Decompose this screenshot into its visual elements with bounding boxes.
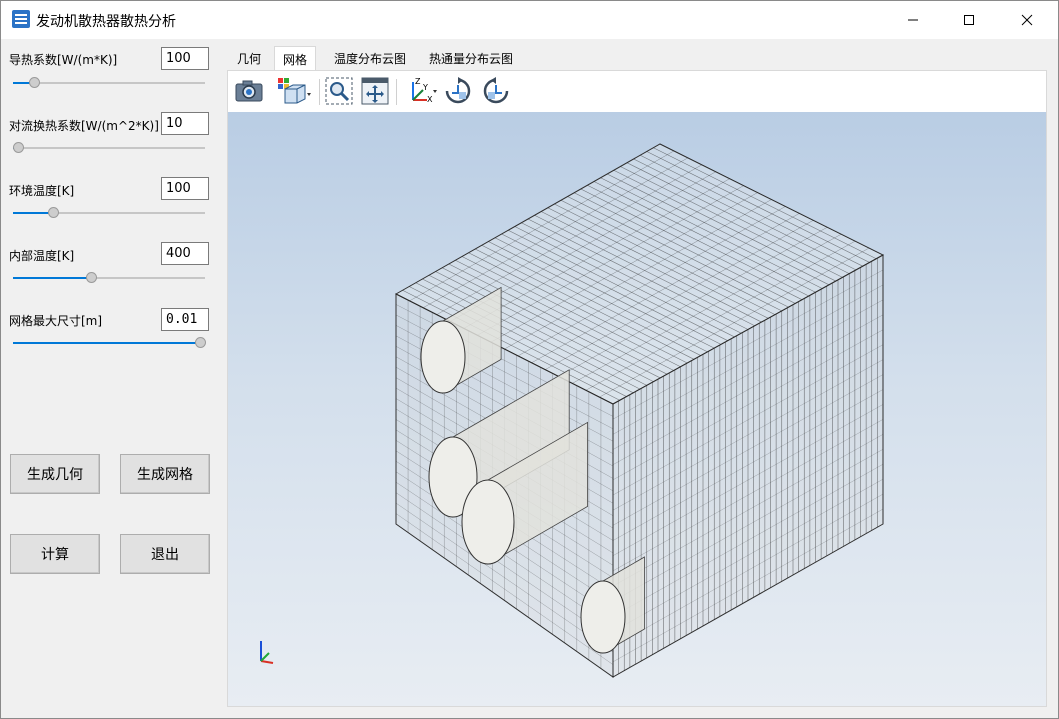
title-bar: 发动机散热器散热分析 xyxy=(1,1,1058,39)
app-window: 发动机散热器散热分析 导热系数[W/(m*K)] 100 对流换热系数[W/(m… xyxy=(0,0,1059,719)
slider-thumb[interactable] xyxy=(29,77,40,88)
convection-slider[interactable] xyxy=(13,142,205,154)
axis-orientation-button[interactable]: Z Y X xyxy=(404,76,440,106)
mesh-size-input[interactable]: 0.01 xyxy=(161,308,209,331)
3d-canvas[interactable] xyxy=(228,112,1046,706)
window-title: 发动机散热器散热分析 xyxy=(36,14,176,30)
maximize-button[interactable] xyxy=(946,1,992,39)
rotate-cw-button[interactable] xyxy=(481,76,511,106)
slider-thumb[interactable] xyxy=(86,272,97,283)
tab-temperature[interactable]: 温度分布云图 xyxy=(326,46,414,70)
app-icon xyxy=(12,10,30,28)
close-button[interactable] xyxy=(1004,1,1050,39)
toolbar-separator xyxy=(319,79,320,105)
rotate-ccw-icon xyxy=(445,77,471,104)
slider-thumb[interactable] xyxy=(13,142,24,153)
tab-mesh[interactable]: 网格 xyxy=(274,46,317,70)
axis-x-label: X xyxy=(427,95,433,104)
exit-button[interactable]: 退出 xyxy=(120,534,210,574)
viewer-toolbar: Z Y X xyxy=(228,71,1046,112)
param-label-mesh-size: 网格最大尺寸[m] xyxy=(9,314,103,328)
zoom-fit-icon xyxy=(325,77,353,105)
maximize-icon xyxy=(964,15,974,25)
pan-icon xyxy=(361,77,389,105)
axis-z-label: Z xyxy=(415,77,421,86)
camera-icon xyxy=(235,80,263,102)
mesh-size-slider[interactable] xyxy=(13,337,206,349)
rotate-cw-icon xyxy=(483,77,509,104)
minimize-icon xyxy=(908,19,918,21)
toolbar-separator xyxy=(396,79,397,105)
ambient-temp-input[interactable]: 100 xyxy=(161,177,209,200)
calculate-button[interactable]: 计算 xyxy=(10,534,100,574)
rotate-ccw-button[interactable] xyxy=(443,76,473,106)
pan-button[interactable] xyxy=(360,76,390,106)
slider-thumb[interactable] xyxy=(48,207,59,218)
axis-y-label: Y xyxy=(422,83,428,92)
parameter-panel: 导热系数[W/(m*K)] 100 对流换热系数[W/(m^2*K)] 10 环… xyxy=(1,39,223,719)
param-label-convection: 对流换热系数[W/(m^2*K)] xyxy=(9,119,159,133)
conductivity-slider[interactable] xyxy=(13,77,205,89)
internal-temp-slider[interactable] xyxy=(13,272,205,284)
convection-input[interactable]: 10 xyxy=(161,112,209,135)
mesh-viewer: Z Y X xyxy=(227,70,1047,707)
display-mode-icon xyxy=(278,78,311,104)
close-icon xyxy=(1021,14,1033,26)
axis-triad-icon xyxy=(260,641,274,664)
param-label-ambient-temp: 环境温度[K] xyxy=(9,184,75,198)
minimize-button[interactable] xyxy=(890,1,936,39)
internal-temp-input[interactable]: 400 xyxy=(161,242,209,265)
snapshot-button[interactable] xyxy=(234,76,264,106)
ambient-temp-slider[interactable] xyxy=(13,207,205,219)
display-mode-button[interactable] xyxy=(274,76,314,106)
generate-geometry-button[interactable]: 生成几何 xyxy=(10,454,100,494)
mesh-model xyxy=(394,143,885,678)
conductivity-input[interactable]: 100 xyxy=(161,47,209,70)
slider-thumb[interactable] xyxy=(195,337,206,348)
axis-orientation-icon: Z Y X xyxy=(412,77,437,104)
tab-geometry[interactable]: 几何 xyxy=(229,46,269,70)
tab-heat-flux[interactable]: 热通量分布云图 xyxy=(421,46,521,70)
param-label-conductivity: 导热系数[W/(m*K)] xyxy=(9,53,118,67)
zoom-fit-button[interactable] xyxy=(324,76,354,106)
param-label-internal-temp: 内部温度[K] xyxy=(9,249,75,263)
generate-mesh-button[interactable]: 生成网格 xyxy=(120,454,210,494)
